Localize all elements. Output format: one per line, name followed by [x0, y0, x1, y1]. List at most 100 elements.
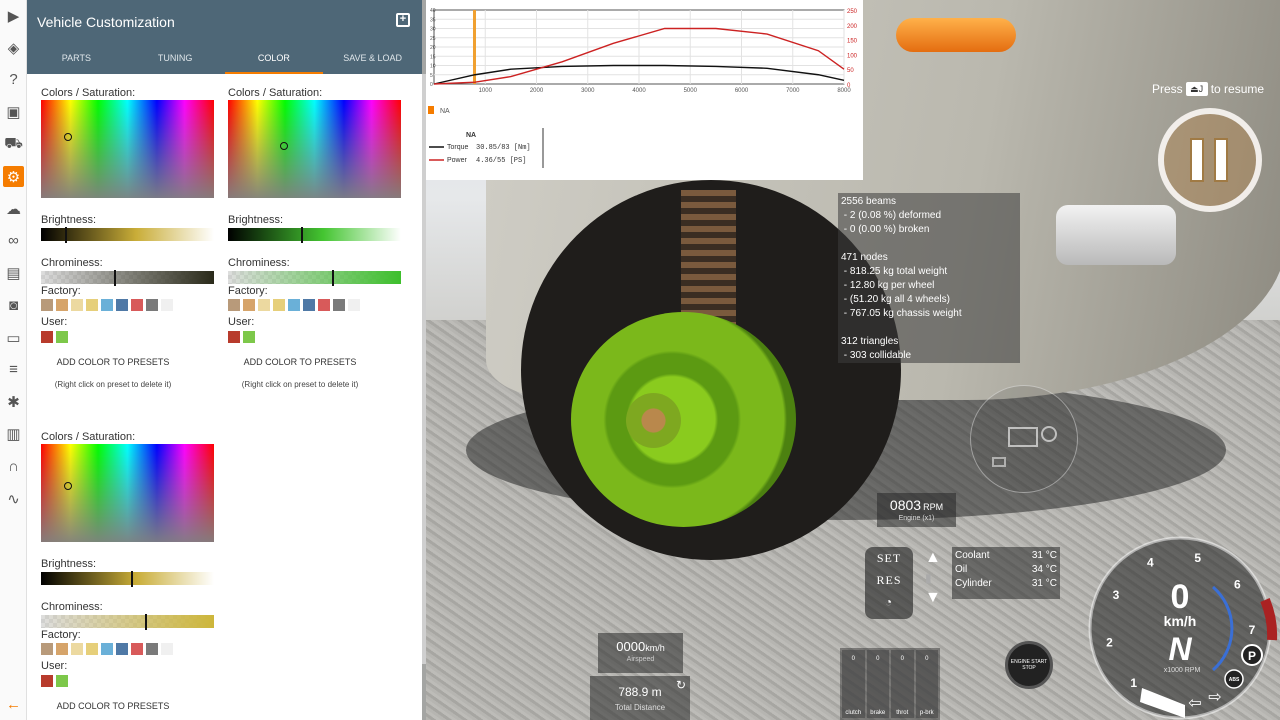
pedal-value: 0 [925, 656, 929, 662]
brightness-slider[interactable] [41, 571, 214, 587]
user-swatch[interactable] [56, 331, 68, 343]
cruise-speedometer-icon[interactable]: ◔ [865, 591, 913, 613]
add-color-to-presets-button[interactable]: ADD COLOR TO PRESETS [41, 701, 185, 711]
brightness-knob[interactable] [130, 571, 133, 587]
tab-parts[interactable]: PARTS [27, 44, 126, 74]
settings-icon[interactable]: ⚙ [3, 166, 24, 187]
film-icon[interactable]: ▤ [3, 263, 24, 284]
color-picker-marker[interactable] [280, 142, 288, 150]
factory-swatch[interactable] [71, 643, 83, 655]
factory-swatch[interactable] [86, 299, 98, 311]
arrow-left-icon[interactable]: ← [3, 694, 24, 715]
pause-button[interactable] [1158, 108, 1262, 212]
car-icon[interactable]: ⛟ [3, 134, 24, 155]
layers-icon[interactable]: ◈ [3, 37, 24, 58]
color-picker-marker[interactable] [64, 482, 72, 490]
legend-toggle-checkbox[interactable] [428, 106, 434, 114]
chrominess-slider[interactable] [228, 270, 401, 286]
reset-distance-icon[interactable]: ↻ [676, 678, 686, 692]
legend-series-value: 4.36/55 [PS] [476, 157, 526, 165]
factory-swatch[interactable] [318, 299, 330, 311]
bug-icon[interactable]: ✱ [3, 391, 24, 412]
brightness-knob[interactable] [65, 227, 68, 243]
add-color-to-presets-button[interactable]: ADD COLOR TO PRESETS [41, 357, 185, 367]
user-swatches [41, 331, 216, 343]
sliders-icon[interactable]: ≡ [3, 359, 24, 380]
brightness-knob[interactable] [300, 227, 303, 243]
factory-swatch[interactable] [273, 299, 285, 311]
brightness-slider[interactable] [228, 227, 401, 243]
chrominess-knob[interactable] [144, 614, 147, 630]
color-saturation-picker[interactable] [41, 444, 214, 542]
add-color-to-presets-button[interactable]: ADD COLOR TO PRESETS [228, 357, 372, 367]
factory-swatch[interactable] [348, 299, 360, 311]
brightness-slider[interactable] [41, 227, 214, 243]
panel-scrollbar[interactable] [422, 74, 426, 664]
cruise-up-icon[interactable]: ▲ [925, 548, 941, 568]
debug-all-wheels: - (51.20 kg all 4 wheels) [841, 294, 950, 305]
factory-swatch[interactable] [333, 299, 345, 311]
rpm-readout: 0803 RPM Engine (x1) [877, 493, 956, 527]
chrominess-knob[interactable] [331, 270, 334, 286]
factory-swatch[interactable] [71, 299, 83, 311]
user-swatch[interactable] [41, 675, 53, 687]
chart-svg: 1000 2000 3000 4000 5000 6000 7000 800040353025… [428, 8, 858, 168]
tab-color[interactable]: COLOR [224, 44, 324, 74]
user-swatch[interactable] [228, 331, 240, 343]
factory-swatch[interactable] [258, 299, 270, 311]
chrominess-slider[interactable] [41, 614, 214, 630]
pedal-name: clutch [845, 710, 862, 716]
headphones-icon[interactable]: ∩ [3, 456, 24, 477]
factory-swatch[interactable] [303, 299, 315, 311]
factory-swatch[interactable] [243, 299, 255, 311]
user-swatch[interactable] [41, 331, 53, 343]
factory-swatch[interactable] [101, 299, 113, 311]
factory-swatch[interactable] [116, 643, 128, 655]
user-swatch[interactable] [56, 675, 68, 687]
user-swatches [228, 331, 403, 343]
camera-icon[interactable]: ◙ [3, 295, 24, 316]
cruise-set-button[interactable]: SET [865, 547, 913, 569]
chrominess-knob[interactable] [113, 270, 116, 286]
color-picker-marker[interactable] [64, 133, 72, 141]
factory-swatch[interactable] [41, 643, 53, 655]
factory-swatch[interactable] [146, 299, 158, 311]
factory-swatch[interactable] [41, 299, 53, 311]
color-saturation-picker[interactable] [228, 100, 401, 198]
factory-swatches [41, 299, 216, 311]
cloud-icon[interactable]: ☁ [3, 198, 24, 219]
cruise-res-button[interactable]: RES [865, 569, 913, 591]
add-window-icon[interactable]: + [396, 13, 410, 27]
factory-swatch[interactable] [56, 299, 68, 311]
factory-swatch[interactable] [161, 643, 173, 655]
chrominess-slider[interactable] [41, 270, 214, 286]
factory-swatch[interactable] [131, 299, 143, 311]
play-icon[interactable]: ▶ [3, 5, 24, 26]
user-swatch[interactable] [243, 331, 255, 343]
engine-start-stop-button[interactable]: ENGINE START STOP [1005, 641, 1053, 689]
browser-icon[interactable]: ▭ [3, 327, 24, 348]
tab-save-load[interactable]: SAVE & LOAD [323, 44, 422, 74]
factory-swatch[interactable] [131, 643, 143, 655]
factory-swatch[interactable] [86, 643, 98, 655]
factory-swatch[interactable] [116, 299, 128, 311]
cruise-down-icon[interactable]: ▼ [925, 588, 941, 608]
help-icon[interactable]: ? [3, 69, 24, 90]
bar-chart-icon[interactable]: ▥ [3, 424, 24, 445]
y-left-tick-label: 10 [430, 64, 436, 70]
factory-swatch[interactable] [146, 643, 158, 655]
route-icon[interactable]: ∿ [3, 488, 24, 509]
factory-swatch[interactable] [161, 299, 173, 311]
slideshow-icon[interactable]: ▣ [3, 102, 24, 123]
tab-tuning[interactable]: TUNING [126, 44, 225, 74]
cruise-arrows: ▲ ▮ ▼ [925, 548, 941, 608]
temp-row: Cylinder 31 °C [955, 577, 1057, 591]
factory-swatch[interactable] [56, 643, 68, 655]
factory-swatch[interactable] [101, 643, 113, 655]
infinity-icon[interactable]: ∞ [3, 230, 24, 251]
pedal-name: throt [896, 710, 909, 716]
wheel-hub [626, 393, 681, 448]
color-saturation-picker[interactable] [41, 100, 214, 198]
factory-swatch[interactable] [288, 299, 300, 311]
factory-swatch[interactable] [228, 299, 240, 311]
